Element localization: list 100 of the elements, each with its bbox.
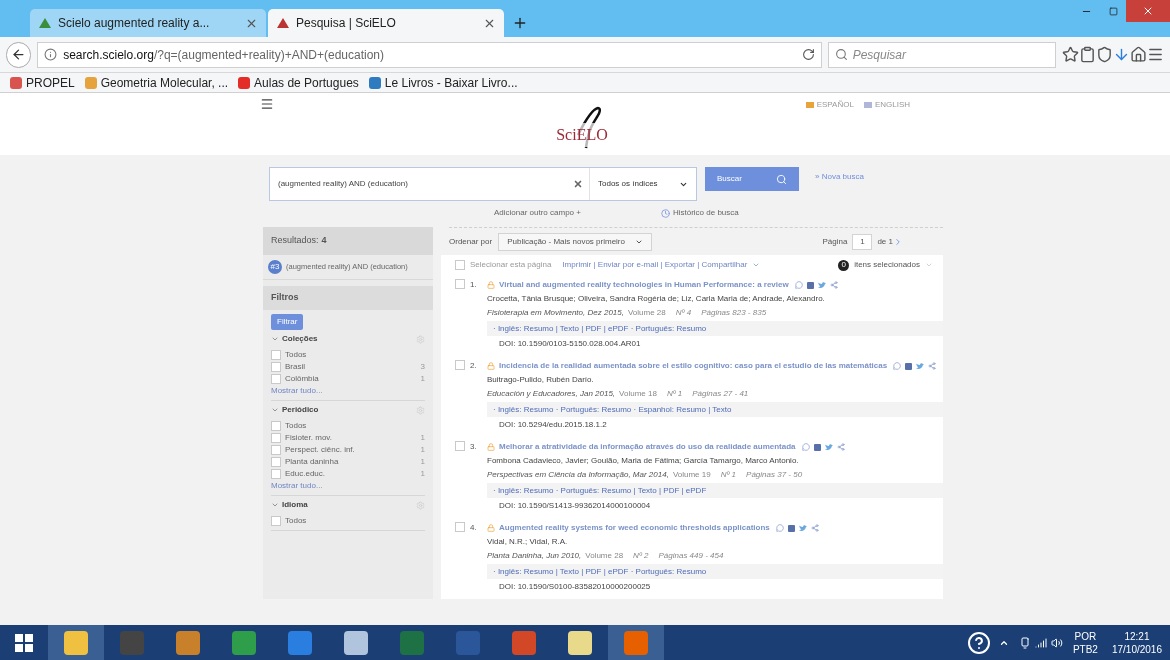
index-dropdown[interactable]: Todos os índices: [589, 168, 696, 200]
clock-icon: [660, 208, 670, 218]
bird-icon[interactable]: [817, 281, 826, 289]
query-text: (augmented reality) AND (education): [277, 178, 409, 190]
checkbox[interactable]: [455, 279, 465, 289]
home-icon[interactable]: [1130, 46, 1147, 63]
next-page-icon[interactable]: [893, 236, 903, 247]
actions-links[interactable]: Imprimir | Enviar por e-mail | Exportar | Compartilhar: [562, 259, 748, 271]
format-links[interactable]: · Inglês: Resumo | Texto | PDF | ePDF · Português: Resumo: [493, 322, 707, 335]
search-button[interactable]: Buscar: [705, 167, 799, 191]
filter-group-title[interactable]: Idioma: [282, 499, 413, 511]
shield-icon[interactable]: [1096, 46, 1113, 63]
share-icon[interactable]: [829, 281, 838, 289]
filter-option[interactable]: Todos: [285, 420, 425, 432]
page-field[interactable]: 1: [852, 233, 873, 250]
new-tab-icon[interactable]: [512, 15, 528, 31]
filter-option[interactable]: Planta daninha: [285, 456, 417, 468]
checkbox[interactable]: [271, 374, 281, 384]
address-field[interactable]: search.scielo.org/?q=(augmented+reality)+AND+(education): [37, 41, 822, 68]
language-link[interactable]: ESPAÑOL: [805, 99, 854, 111]
sort-dropdown[interactable]: Publicação - Mais novos primeiro: [498, 232, 652, 251]
filter-option[interactable]: Perspect. ciênc. inf.: [285, 444, 417, 456]
select-page-label[interactable]: Selecionar esta página: [470, 259, 552, 271]
bird-icon[interactable]: [798, 524, 807, 532]
bookmark-item[interactable]: Aulas de Portugues: [238, 73, 359, 92]
facebook-icon[interactable]: [905, 362, 913, 370]
checkbox[interactable]: [271, 362, 281, 372]
filter-option[interactable]: Fisioter. mov.: [285, 432, 417, 444]
filter-group-title[interactable]: Coleções: [282, 333, 413, 345]
comment-icon[interactable]: [775, 524, 784, 532]
share-icon[interactable]: [810, 524, 819, 532]
share-icon[interactable]: [836, 443, 845, 451]
checkbox[interactable]: [455, 441, 465, 451]
bird-icon[interactable]: [916, 362, 925, 370]
comment-icon[interactable]: [893, 362, 902, 370]
filter-option[interactable]: Educ.educ.: [285, 468, 417, 480]
bookmark-item[interactable]: PROPEL: [10, 73, 75, 92]
back-button[interactable]: [6, 41, 32, 68]
clipboard-icon[interactable]: [1079, 46, 1096, 63]
new-search-link[interactable]: » Nova busca: [815, 171, 864, 183]
result-title-link[interactable]: Incidencia de la realidad aumentada sobre el estilo cognitivo: caso para el estudio de las matemáticas: [499, 360, 888, 372]
format-links[interactable]: · Inglês: Resumo · Português: Resumo | Texto | PDF | ePDF: [493, 484, 707, 497]
filter-group-title[interactable]: Periódico: [282, 404, 413, 416]
clear-icon[interactable]: [573, 179, 583, 189]
checkbox[interactable]: [455, 360, 465, 370]
share-icon[interactable]: [928, 362, 937, 370]
clock[interactable]: 12:21 17/10/2016: [1111, 629, 1162, 656]
checkbox[interactable]: [271, 350, 281, 360]
facebook-icon[interactable]: [813, 443, 821, 451]
bookmark-star-icon[interactable]: [1062, 46, 1079, 63]
checkbox[interactable]: [271, 516, 281, 526]
add-field-link[interactable]: Adicionar outro campo +: [494, 207, 581, 219]
checkbox[interactable]: [455, 522, 465, 532]
search-history-link[interactable]: Histórico de busca: [672, 207, 739, 219]
input-language[interactable]: POR PTB2: [1072, 629, 1098, 656]
sort-label: Ordenar por: [449, 235, 493, 248]
result-title-link[interactable]: Augmented reality systems for weed economic thresholds applications: [499, 522, 770, 534]
comment-icon[interactable]: [801, 443, 810, 451]
language-link[interactable]: ENGLISH: [863, 99, 910, 111]
checkbox[interactable]: [271, 457, 281, 467]
query-badge[interactable]: #3: [268, 260, 282, 274]
reload-icon[interactable]: [801, 48, 815, 61]
filter-option[interactable]: Colômbia: [285, 373, 417, 385]
search-field[interactable]: Pesquisar: [827, 41, 1056, 68]
volume-icon[interactable]: [1050, 636, 1063, 649]
facebook-icon[interactable]: [787, 524, 795, 532]
bird-icon[interactable]: [824, 443, 833, 451]
format-links[interactable]: · Inglês: Resumo | Texto | PDF | ePDF · Português: Resumo: [493, 565, 707, 578]
tab-title: Pesquisa | SciELO: [296, 15, 397, 32]
checkbox[interactable]: [271, 421, 281, 431]
menu-icon[interactable]: [1147, 46, 1164, 63]
browser-tab[interactable]: Scielo augmented reality a...: [30, 9, 266, 37]
result-title-link[interactable]: Virtual and augmented reality technologies in Human Performance: a review: [499, 279, 789, 291]
browser-tab[interactable]: Pesquisa | SciELO: [268, 9, 504, 37]
download-icon[interactable]: [1113, 46, 1130, 63]
checkbox[interactable]: [271, 445, 281, 455]
bookmark-item[interactable]: Le Livros - Baixar Livro...: [368, 73, 518, 92]
filter-option[interactable]: Brasil: [285, 361, 417, 373]
comment-icon[interactable]: [794, 281, 803, 289]
filter-option[interactable]: Todos: [285, 515, 425, 527]
show-all-link[interactable]: Mostrar tudo...: [271, 385, 425, 397]
checkbox[interactable]: [271, 433, 281, 443]
bookmark-item[interactable]: Geometria Molecular, ...: [84, 73, 229, 92]
checkbox[interactable]: [271, 469, 281, 479]
taskbar-app-icon[interactable]: [48, 625, 104, 660]
menu-icon[interactable]: [260, 97, 274, 111]
filter-option[interactable]: Todos: [285, 349, 425, 361]
info-icon[interactable]: [44, 48, 58, 61]
help-icon[interactable]: [966, 630, 991, 655]
checkbox[interactable]: [455, 260, 465, 270]
format-links[interactable]: · Inglês: Resumo · Português: Resumo · Espanhol: Resumo | Texto: [493, 403, 732, 416]
filter-button[interactable]: Filtrar: [271, 314, 304, 330]
result-title-link[interactable]: Melhorar a atratividade da informação através do uso da realidade aumentada: [499, 441, 796, 453]
favicon-icon: [38, 16, 52, 30]
maximize-icon[interactable]: [1108, 6, 1118, 16]
scielo-logo[interactable]: SciELO: [550, 105, 614, 149]
battery-icon[interactable]: [1018, 636, 1031, 649]
search-box[interactable]: (augmented reality) AND (education) Todos os índices: [269, 167, 697, 201]
facebook-icon[interactable]: [806, 281, 814, 289]
show-all-link[interactable]: Mostrar tudo...: [271, 480, 425, 492]
